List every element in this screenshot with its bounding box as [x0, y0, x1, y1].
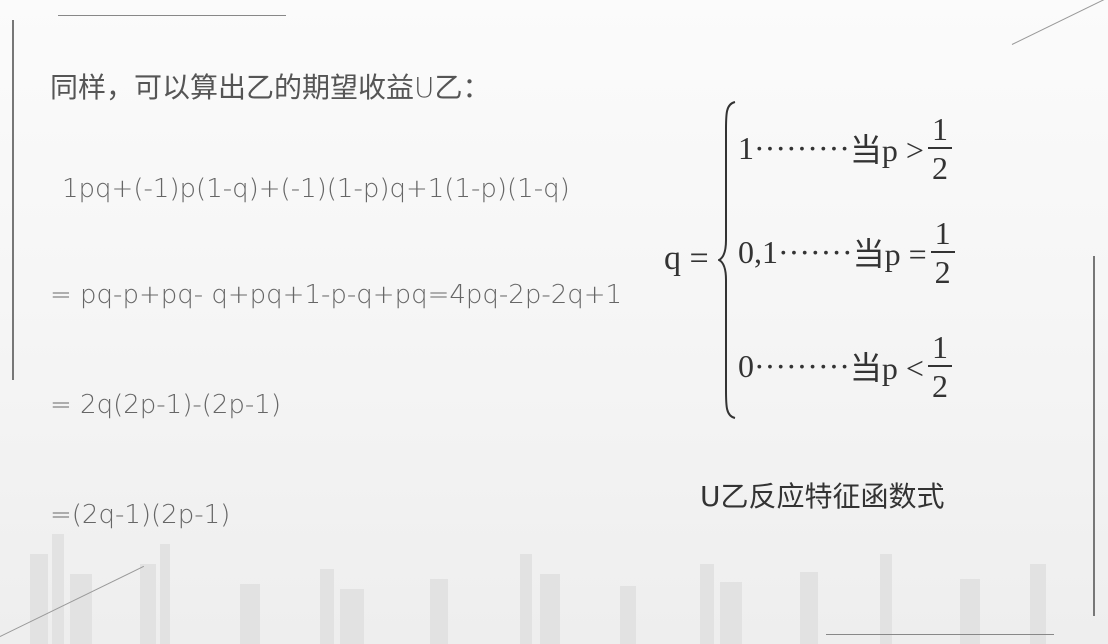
- fraction-numerator: 1: [930, 217, 955, 253]
- right-vertical-line: [1093, 256, 1095, 616]
- case-condition: 当p =: [852, 236, 927, 272]
- left-vertical-line: [12, 20, 14, 380]
- fraction: 1 2: [930, 217, 955, 290]
- derivation-step-4: =(2q-1)(2p-1): [50, 500, 231, 530]
- piecewise-case-3: 0 ········· 当p < 1 2: [738, 330, 952, 402]
- case-dots: ·········: [754, 129, 850, 166]
- derivation-step-1: 1pq+(-1)p(1-q)+(-1)(1-p)q+1(1-p)(1-q): [62, 174, 570, 204]
- case-value: 1: [738, 129, 754, 166]
- top-decorative-line: [58, 15, 286, 16]
- case-condition: 当p >: [849, 132, 924, 168]
- derivation-step-3: = 2q(2p-1)-(2p-1): [50, 390, 281, 420]
- left-brace-icon: [718, 101, 736, 419]
- derivation-step-2: = pq-p+pq- q+pq+1-p-q+pq=4pq-2p-2q+1: [50, 280, 623, 310]
- function-caption: U乙反应特征函数式: [700, 480, 945, 513]
- piecewise-case-1: 1 ········· 当p > 1 2: [738, 112, 952, 184]
- case-value: 0: [738, 347, 754, 384]
- top-right-diagonal-line: [1011, 0, 1108, 45]
- case-dots: ·········: [754, 347, 850, 384]
- bottom-decorative-line: [826, 634, 1054, 635]
- fraction-denominator: 2: [934, 253, 951, 290]
- slide-heading: 同样，可以算出乙的期望收益U乙：: [50, 71, 491, 104]
- fraction-numerator: 1: [927, 331, 952, 367]
- fraction-denominator: 2: [931, 367, 948, 404]
- fraction-denominator: 2: [931, 149, 948, 186]
- piecewise-function: q = 1 ········· 当p > 1 2 0,1 ······· 当p …: [660, 92, 990, 422]
- fraction: 1 2: [927, 113, 952, 186]
- piecewise-lhs: q =: [664, 240, 709, 277]
- case-value: 0,1: [738, 233, 778, 270]
- case-dots: ·······: [778, 233, 853, 270]
- case-condition: 当p <: [849, 350, 924, 386]
- fraction: 1 2: [927, 331, 952, 404]
- fraction-numerator: 1: [927, 113, 952, 149]
- piecewise-case-2: 0,1 ······· 当p = 1 2: [738, 216, 955, 288]
